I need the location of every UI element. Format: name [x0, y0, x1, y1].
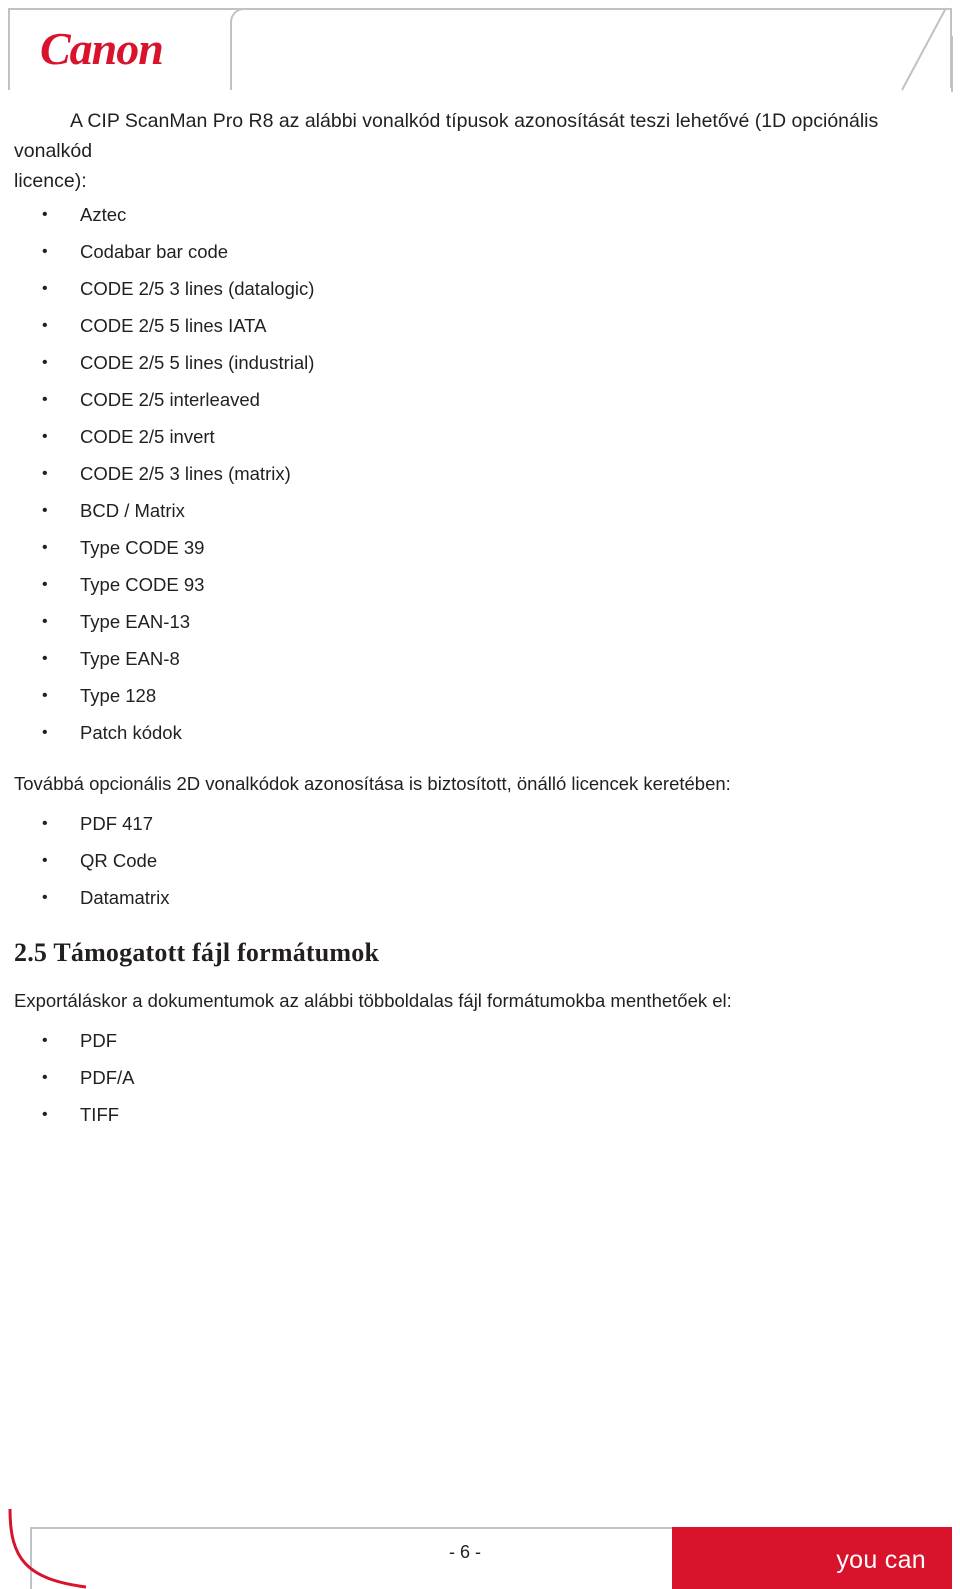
list-item: CODE 2/5 3 lines (matrix) — [0, 455, 960, 492]
list-item: Type CODE 39 — [0, 529, 960, 566]
list-item: CODE 2/5 5 lines (industrial) — [0, 344, 960, 381]
barcode-1d-list: Aztec Codabar bar code CODE 2/5 3 lines … — [0, 196, 960, 751]
list-item: Codabar bar code — [0, 233, 960, 270]
file-format-list: PDF PDF/A TIFF — [0, 1022, 960, 1133]
paragraph-2d-barcodes: Továbbá opcionális 2D vonalkódok azonosí… — [14, 773, 731, 794]
list-item: Type CODE 93 — [0, 566, 960, 603]
list-item: CODE 2/5 5 lines IATA — [0, 307, 960, 344]
header-diagonal-decoration — [901, 7, 953, 92]
list-item: BCD / Matrix — [0, 492, 960, 529]
list-item: Datamatrix — [0, 879, 960, 916]
list-item: Type 128 — [0, 677, 960, 714]
canon-logo: Canon — [40, 23, 164, 74]
intro-line-2: licence): — [14, 170, 87, 192]
list-item: QR Code — [0, 842, 960, 879]
barcode-2d-list: PDF 417 QR Code Datamatrix — [0, 805, 960, 916]
page-number: - 6 - — [448, 1542, 481, 1562]
list-item: PDF — [0, 1022, 960, 1059]
document-content: A CIP ScanMan Pro R8 az alábbi vonalkód … — [0, 96, 960, 1133]
page-footer: you can - 6 - — [0, 1509, 960, 1589]
list-item: PDF 417 — [0, 805, 960, 842]
page-header: Canon — [0, 0, 960, 96]
list-item: PDF/A — [0, 1059, 960, 1096]
section-heading-2-5: 2.5 Támogatott fájl formátumok — [14, 938, 380, 967]
intro-paragraph: A CIP ScanMan Pro R8 az alábbi vonalkód … — [0, 96, 960, 196]
list-item: TIFF — [0, 1096, 960, 1133]
list-item: CODE 2/5 invert — [0, 418, 960, 455]
list-item: Type EAN-8 — [0, 640, 960, 677]
list-item: Patch kódok — [0, 714, 960, 751]
intro-line-1: A CIP ScanMan Pro R8 az alábbi vonalkód … — [14, 110, 879, 162]
list-item: Aztec — [0, 196, 960, 233]
paragraph-export-formats: Exportáláskor a dokumentumok az alábbi t… — [14, 990, 732, 1011]
header-frame-inner — [230, 8, 912, 90]
list-item: CODE 2/5 3 lines (datalogic) — [0, 270, 960, 307]
list-item: Type EAN-13 — [0, 603, 960, 640]
list-item: CODE 2/5 interleaved — [0, 381, 960, 418]
